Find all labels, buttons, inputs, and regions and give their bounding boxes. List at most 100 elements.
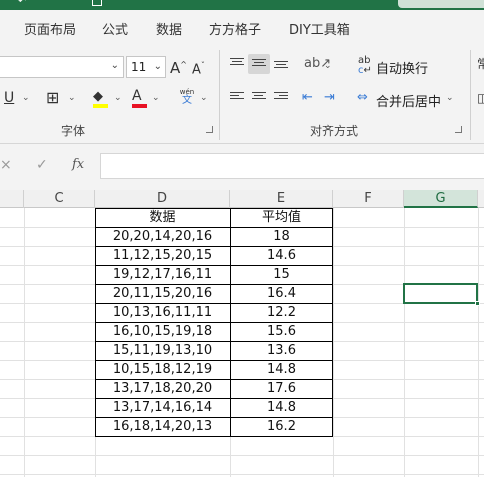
font-size-value: 11 [131, 60, 147, 74]
grow-font-letter: A [170, 59, 181, 77]
align-center-icon[interactable] [252, 92, 266, 104]
active-cell-selection[interactable] [403, 283, 480, 306]
table-border [95, 227, 333, 228]
cancel-icon[interactable]: × [0, 157, 12, 173]
table-cell-data[interactable]: 15,11,19,13,10 [95, 341, 230, 360]
table-cell-average[interactable]: 14.8 [230, 398, 333, 417]
chevron-down-icon: ⌄ [110, 60, 119, 71]
table-cell-data[interactable]: 11,12,15,20,15 [95, 246, 230, 265]
phonetic-guide-button[interactable]: wén 文 [176, 88, 198, 108]
font-dialog-launcher-icon[interactable] [206, 126, 213, 133]
chevron-down-icon[interactable]: ⌄ [200, 93, 208, 103]
chevron-down-icon[interactable]: ⌄ [446, 93, 454, 103]
font-name-select[interactable]: ⌄ [0, 56, 124, 78]
table-cell-data[interactable]: 20,20,14,20,16 [95, 227, 230, 246]
row-header-corner[interactable] [0, 190, 24, 208]
merge-center-button[interactable]: 合并后居中 [376, 91, 441, 110]
table-cell-average[interactable]: 13.6 [230, 341, 333, 360]
table-cell-average[interactable]: 15.6 [230, 322, 333, 341]
alignment-dialog-launcher-icon[interactable] [455, 126, 462, 133]
table-header-data[interactable]: 数据 [95, 208, 230, 227]
insert-function-button[interactable]: fx [72, 157, 84, 172]
table-header-average[interactable]: 平均值 [230, 208, 333, 227]
underline-button[interactable]: U [4, 90, 14, 106]
font-color-bar [132, 104, 147, 108]
column-header-next[interactable] [478, 190, 484, 208]
table-border [95, 436, 333, 437]
table-cell-average[interactable]: 16.4 [230, 284, 333, 303]
table-border [95, 379, 333, 380]
merge-center-icon[interactable]: ⇔ [357, 90, 368, 106]
table-cell-data[interactable]: 16,18,14,20,13 [95, 417, 230, 436]
undo-icon[interactable]: ↶ [18, 0, 30, 7]
align-top-icon[interactable] [230, 58, 244, 70]
formula-input[interactable] [100, 153, 484, 179]
tab-formulas[interactable]: 公式 [102, 19, 128, 38]
table-cell-data[interactable]: 10,13,16,11,11 [95, 303, 230, 322]
chevron-down-icon[interactable]: ⌄ [114, 93, 122, 103]
table-cell-data[interactable]: 13,17,14,16,14 [95, 398, 230, 417]
table-cell-data[interactable]: 10,15,18,12,19 [95, 360, 230, 379]
align-left-icon[interactable] [230, 92, 244, 104]
alignment-group-label: 对齐方式 [310, 124, 359, 138]
formula-bar: × ✓ fx [0, 144, 484, 190]
align-right-icon[interactable] [274, 92, 288, 104]
table-cell-average[interactable]: 15 [230, 265, 333, 284]
table-cell-average[interactable]: 17.6 [230, 379, 333, 398]
table-cell-average[interactable]: 12.2 [230, 303, 333, 322]
column-header-c[interactable]: C [24, 190, 95, 208]
group-divider [219, 50, 220, 140]
table-cell-data[interactable]: 13,17,18,20,20 [95, 379, 230, 398]
table-cell-data[interactable]: 16,10,15,19,18 [95, 322, 230, 341]
chevron-down-icon[interactable]: ⌄ [22, 93, 30, 103]
table-cell-data[interactable]: 20,11,15,20,16 [95, 284, 230, 303]
table-cell-data[interactable]: 19,12,17,16,11 [95, 265, 230, 284]
grow-font-button[interactable]: A^ [170, 57, 187, 76]
column-header-g[interactable]: G [404, 190, 478, 208]
shrink-font-button[interactable]: Aˇ [192, 58, 205, 78]
number-format-select[interactable]: 常 [477, 56, 484, 72]
table-cell-average[interactable]: 18 [230, 227, 333, 246]
fill-handle[interactable] [475, 301, 480, 306]
column-header-row: C D E F G [0, 190, 484, 208]
font-size-select[interactable]: 11 ⌄ [126, 56, 166, 78]
confirm-icon[interactable]: ✓ [36, 157, 48, 173]
tab-ffgz[interactable]: 方方格子 [209, 19, 261, 38]
table-border [95, 208, 96, 437]
wrap-text-button[interactable]: 自动换行 [376, 58, 428, 77]
wrap-text-icon[interactable]: ab c↵ [358, 56, 372, 76]
table-cell-average[interactable]: 16.2 [230, 417, 333, 436]
wrap-c-label: c [358, 65, 364, 76]
underline-letter: U [4, 90, 15, 106]
tab-diy-toolbox[interactable]: DIY工具箱 [289, 19, 350, 38]
font-color-letter: A [132, 88, 142, 104]
column-header-f[interactable]: F [333, 190, 404, 208]
tab-data[interactable]: 数据 [156, 19, 182, 38]
table-cell-average[interactable]: 14.6 [230, 246, 333, 265]
increase-indent-icon[interactable]: ⇥ [324, 90, 335, 106]
number-format-icon[interactable]: ◫ [477, 90, 484, 106]
chevron-down-icon[interactable]: ⌄ [152, 93, 160, 103]
font-group-label: 字体 [61, 124, 86, 138]
print-preview-icon[interactable] [92, 0, 102, 6]
chevron-down-icon[interactable]: ⌄ [68, 93, 76, 103]
gridline [0, 474, 484, 475]
borders-icon[interactable]: ⊞ [46, 90, 59, 106]
column-header-e[interactable]: E [230, 190, 333, 208]
table-border [95, 360, 333, 361]
font-color-button[interactable]: A [132, 88, 148, 108]
table-border [95, 284, 333, 285]
ribbon-tabs: 页面布局 公式 数据 方方格子 DIY工具箱 [0, 10, 484, 44]
align-bottom-icon[interactable] [274, 61, 288, 73]
fill-color-button[interactable]: ◆ [93, 88, 109, 108]
table-cell-average[interactable]: 14.8 [230, 360, 333, 379]
worksheet-grid[interactable]: C D E F G 数据 平均值 20,20,14,20,16 18 11,12… [0, 190, 484, 477]
align-middle-icon[interactable] [252, 59, 266, 71]
chevron-down-icon[interactable]: ⌄ [324, 61, 332, 71]
search-box[interactable] [398, 0, 484, 8]
decrease-indent-icon[interactable]: ⇤ [302, 90, 313, 106]
ribbon: ⌄ 11 ⌄ A^ Aˇ U ⌄ ⊞ ⌄ ◆ ⌄ A ⌄ wén 文 ⌄ 字体 … [0, 44, 484, 144]
tab-page-layout[interactable]: 页面布局 [24, 19, 76, 38]
column-header-d[interactable]: D [95, 190, 230, 208]
shrink-font-letter: A [192, 62, 201, 78]
